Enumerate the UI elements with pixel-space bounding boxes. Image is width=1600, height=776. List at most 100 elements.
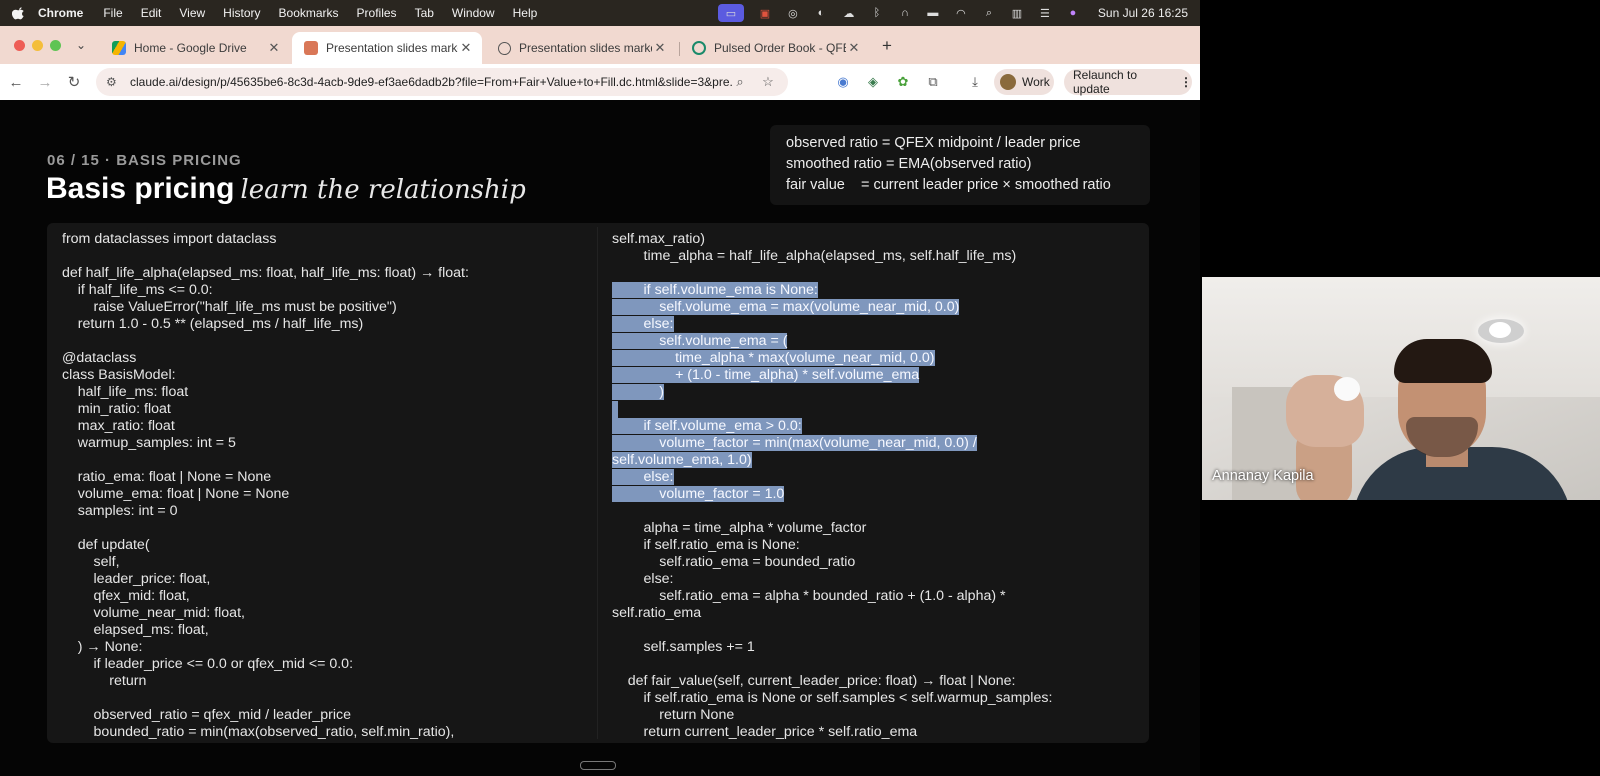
code-line[interactable]: @dataclass: [62, 350, 469, 367]
address-bar[interactable]: ⚙ claude.ai/design/p/45635be6-8c3d-4acb-…: [96, 68, 788, 96]
tab-presentation-slides[interactable]: Presentation slides markdow ✕: [486, 32, 676, 64]
code-line[interactable]: if half_life_ms <= 0.0:: [62, 282, 469, 299]
code-line[interactable]: elapsed_ms: float,: [62, 622, 469, 639]
code-line[interactable]: if leader_price <= 0.0 or qfex_mid <= 0.…: [62, 656, 469, 673]
code-line[interactable]: time_alpha = half_life_alpha(elapsed_ms,…: [612, 248, 1052, 265]
window-minimize-button[interactable]: [32, 40, 43, 51]
extension-icon[interactable]: ◉: [834, 73, 852, 91]
code-line[interactable]: [612, 401, 1052, 418]
code-line[interactable]: [62, 333, 469, 350]
bluetooth-icon[interactable]: ᛒ: [870, 7, 884, 19]
menu-bookmarks[interactable]: Bookmarks: [279, 6, 339, 20]
control-center-icon[interactable]: ☰: [1038, 7, 1052, 20]
download-icon[interactable]: ⤓: [966, 73, 984, 91]
code-line[interactable]: self,: [62, 554, 469, 571]
focus-icon[interactable]: ◎: [786, 7, 800, 20]
extension-ch-icon[interactable]: ◈: [864, 73, 882, 91]
url-text[interactable]: claude.ai/design/p/45635be6-8c3d-4acb-9d…: [130, 75, 732, 89]
window-zoom-button[interactable]: [50, 40, 61, 51]
menu-profiles[interactable]: Profiles: [357, 6, 397, 20]
code-line[interactable]: else:: [612, 469, 1052, 486]
extensions-puzzle-icon[interactable]: ⧉: [924, 73, 942, 91]
code-line[interactable]: self.volume_ema = max(volume_near_mid, 0…: [612, 299, 1052, 316]
menu-file[interactable]: File: [103, 6, 122, 20]
code-line[interactable]: self.max_ratio): [612, 231, 1052, 248]
profile-button[interactable]: Work: [994, 69, 1054, 95]
code-line[interactable]: volume_factor = 1.0: [612, 486, 1052, 503]
tab-close-icon[interactable]: ✕: [846, 40, 862, 56]
code-line[interactable]: self.ratio_ema = alpha * bounded_ratio +…: [612, 588, 1052, 605]
tab-close-icon[interactable]: ✕: [652, 40, 668, 56]
code-line[interactable]: def update(: [62, 537, 469, 554]
code-line[interactable]: observed_ratio = qfex_mid / leader_price: [62, 707, 469, 724]
code-line[interactable]: samples: int = 0: [62, 503, 469, 520]
code-line[interactable]: self.ratio_ema: [612, 605, 1052, 622]
code-line[interactable]: def half_life_alpha(elapsed_ms: float, h…: [62, 265, 469, 282]
code-line[interactable]: return 1.0 - 0.5 ** (elapsed_ms / half_l…: [62, 316, 469, 333]
code-line[interactable]: max_ratio: float: [62, 418, 469, 435]
siri-icon[interactable]: ●: [1066, 7, 1080, 19]
slide-scroll-handle[interactable]: [580, 761, 616, 770]
back-arrow-icon[interactable]: ←: [7, 73, 25, 91]
window-close-button[interactable]: [14, 40, 25, 51]
battery-icon[interactable]: ▬: [926, 7, 940, 19]
code-line[interactable]: if self.ratio_ema is None or self.sample…: [612, 690, 1053, 707]
menubar-clock[interactable]: Sun Jul 26 16:25: [1098, 6, 1188, 20]
code-line[interactable]: def fair_value(self, current_leader_pric…: [612, 673, 1052, 690]
zoom-icon[interactable]: ⌕: [732, 74, 748, 90]
code-line[interactable]: self.ratio_ema = bounded_ratio: [612, 554, 1052, 571]
code-line[interactable]: volume_factor = min(max(volume_near_mid,…: [612, 435, 1052, 452]
screen-share-icon[interactable]: ▭: [717, 4, 744, 22]
code-line[interactable]: return: [62, 673, 469, 690]
code-line[interactable]: [62, 248, 469, 265]
code-line[interactable]: alpha = time_alpha * volume_factor: [612, 520, 1052, 537]
code-line[interactable]: ratio_ema: float | None = None: [62, 469, 469, 486]
code-line[interactable]: volume_near_mid: float,: [62, 605, 469, 622]
spotlight-search-icon[interactable]: ⌕: [982, 7, 996, 19]
menu-tab[interactable]: Tab: [415, 6, 434, 20]
apple-logo-icon[interactable]: [12, 6, 26, 20]
cloud-icon[interactable]: ☁: [842, 7, 856, 20]
code-line[interactable]: warmup_samples: int = 5: [62, 435, 469, 452]
tab-pulsed-order-book[interactable]: Pulsed Order Book - QFEX A ✕: [680, 32, 870, 64]
tab-google-drive[interactable]: Home - Google Drive ✕: [100, 32, 290, 64]
headphones-icon[interactable]: ∩: [898, 7, 912, 19]
code-line[interactable]: class BasisModel:: [62, 367, 469, 384]
calendar-app-icon[interactable]: ▣: [758, 7, 772, 20]
code-line[interactable]: [62, 690, 469, 707]
code-line[interactable]: time_alpha * max(volume_near_mid, 0.0): [612, 350, 1052, 367]
code-line[interactable]: self.samples += 1: [612, 639, 1052, 656]
code-line[interactable]: [612, 503, 1052, 520]
new-tab-button[interactable]: +: [882, 36, 892, 56]
menu-window[interactable]: Window: [452, 6, 495, 20]
code-line[interactable]: ) → None:: [62, 639, 469, 656]
code-line[interactable]: qfex_mid: float,: [62, 588, 469, 605]
code-line[interactable]: [612, 265, 1052, 282]
code-line[interactable]: else:: [612, 571, 1052, 588]
code-line[interactable]: if self.volume_ema > 0.0:: [612, 418, 1052, 435]
tab-search-chevron-icon[interactable]: ⌄: [76, 38, 86, 52]
tab-presentation-slides-active[interactable]: Presentation slides markdow ✕: [292, 32, 482, 64]
code-line[interactable]: self.volume_ema = (: [612, 333, 1052, 350]
bookmark-star-icon[interactable]: ☆: [760, 74, 776, 90]
site-info-icon[interactable]: ⚙: [106, 75, 120, 89]
code-line[interactable]: if self.volume_ema is None:: [612, 282, 1052, 299]
code-line[interactable]: min_ratio: float: [62, 401, 469, 418]
sync-icon[interactable]: ◐: [814, 7, 828, 19]
code-line[interactable]: from dataclasses import dataclass: [62, 231, 469, 248]
code-line[interactable]: [612, 656, 1052, 673]
code-line[interactable]: return current_leader_price * self.ratio…: [612, 724, 1052, 741]
code-line[interactable]: volume_ema: float | None = None: [62, 486, 469, 503]
menu-app-chrome[interactable]: Chrome: [38, 6, 83, 20]
tab-close-icon[interactable]: ✕: [266, 40, 282, 56]
code-line[interactable]: leader_price: float,: [62, 571, 469, 588]
code-line[interactable]: bounded_ratio = min(max(observed_ratio, …: [62, 724, 469, 741]
code-line[interactable]: [62, 452, 469, 469]
wifi-icon[interactable]: ◠: [954, 7, 968, 20]
code-line[interactable]: if self.ratio_ema is None:: [612, 537, 1052, 554]
tab-close-icon[interactable]: ✕: [458, 40, 474, 56]
more-menu-icon[interactable]: ⋮: [1180, 75, 1192, 89]
relaunch-button[interactable]: Relaunch to update ⋮: [1064, 68, 1192, 96]
code-line[interactable]: + (1.0 - time_alpha) * self.volume_ema: [612, 367, 1052, 384]
code-line[interactable]: return None: [612, 707, 1052, 724]
